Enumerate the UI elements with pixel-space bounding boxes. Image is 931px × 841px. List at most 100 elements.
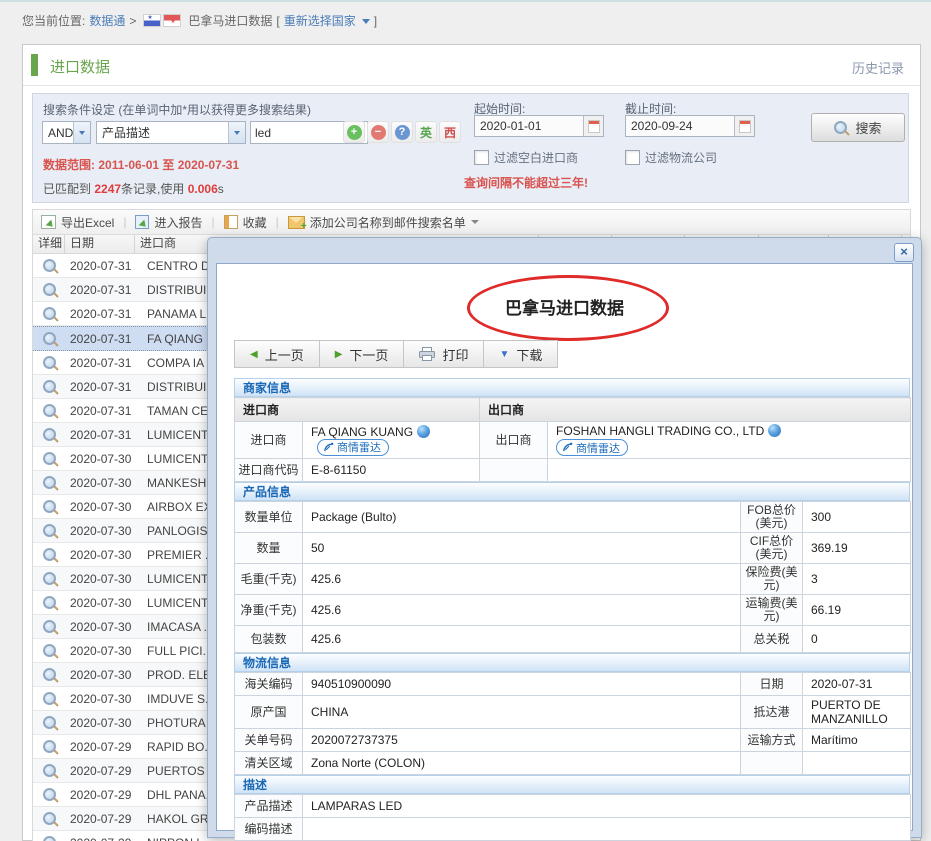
calendar-icon[interactable]	[734, 116, 754, 136]
favorite-button[interactable]: 收藏	[224, 214, 267, 231]
magnifier-icon[interactable]	[43, 668, 56, 681]
radar-icon	[562, 442, 573, 453]
arrow-right-icon: ▶	[335, 349, 343, 360]
excel-icon	[41, 215, 56, 229]
magnifier-icon[interactable]	[43, 596, 56, 609]
column-header-date[interactable]: 日期	[65, 235, 135, 253]
magnifier-icon[interactable]	[43, 524, 56, 537]
magnifier-icon[interactable]	[43, 476, 56, 489]
add-to-mail-list-button[interactable]: 添加公司名称到邮件搜索名单	[288, 214, 479, 231]
bracket-open: [	[276, 14, 279, 28]
importer-group-header: 进口商	[235, 398, 480, 422]
magnifier-icon[interactable]	[43, 644, 56, 657]
magnifier-icon[interactable]	[43, 620, 56, 633]
globe-icon[interactable]	[417, 425, 430, 438]
results-toolbar: 导出Excel | 进入报告 | 收藏 | 添加公司名称到邮件搜索名单	[33, 210, 910, 235]
page-title: 进口数据	[50, 56, 110, 77]
breadcrumb-title: 巴拿马进口数据	[188, 12, 272, 29]
business-radar-badge[interactable]: 商情雷达	[556, 439, 628, 456]
question-icon: ?	[395, 125, 410, 140]
close-icon[interactable]: ×	[894, 243, 914, 262]
importer-code-label: 进口商代码	[235, 459, 303, 482]
search-field-select[interactable]: 产品描述	[96, 121, 246, 144]
bracket-close: ]	[374, 14, 377, 28]
start-date-input[interactable]: 2020-01-01	[474, 115, 604, 137]
matched-count-text: 已匹配到 2247条记录,使用 0.006s	[43, 180, 224, 197]
range-warning-text: 查询间隔不能超过三年!	[464, 174, 588, 191]
business-radar-badge[interactable]: 商情雷达	[317, 439, 389, 456]
filter-logistics: 过滤物流公司	[625, 149, 717, 166]
modal-sections: 商家信息 进口商 出口商 进口商 FA QIANG KUANG	[234, 378, 910, 841]
magnifier-icon[interactable]	[43, 307, 56, 320]
checkbox-filter-logistics[interactable]	[625, 150, 640, 165]
logistics-table: 海关编码940510900090日期2020-07-31 原产国CHINA抵达港…	[234, 672, 911, 775]
next-page-button[interactable]: ▶ 下一页	[319, 340, 405, 368]
reselect-country-link[interactable]: 重新选择国家	[284, 12, 356, 29]
matched-time: 0.006	[188, 182, 218, 196]
plus-icon: +	[347, 125, 362, 140]
magnifier-icon[interactable]	[43, 692, 56, 705]
download-button[interactable]: ▼ 下载	[483, 340, 558, 368]
search-panel: 搜索条件设定 (在单词中加*用以获得更多搜索结果) AND 产品描述 + − ?…	[32, 93, 909, 203]
page: 您当前位置: 数据通 > ★ ★ 巴拿马进口数据 [ 重新选择国家 ] 进口数据…	[0, 0, 931, 841]
caret-down-icon[interactable]	[362, 19, 370, 28]
add-condition-button[interactable]: +	[343, 121, 365, 143]
minus-icon: −	[371, 125, 386, 140]
magnifier-icon[interactable]	[43, 716, 56, 729]
search-button[interactable]: 搜索	[811, 113, 905, 142]
section-header-merchant: 商家信息	[234, 378, 910, 397]
download-icon: ▼	[499, 349, 509, 360]
remove-condition-button[interactable]: −	[367, 121, 389, 143]
panel-header: 进口数据 历史记录	[23, 45, 920, 86]
magnifier-icon[interactable]	[43, 572, 56, 585]
chevron-down-icon	[228, 122, 245, 143]
top-accent-strip	[0, 0, 931, 2]
magnifier-icon[interactable]	[43, 404, 56, 417]
panama-flag-icon: ★ ★	[143, 14, 181, 27]
help-button[interactable]: ?	[391, 121, 413, 143]
detail-modal: × 巴拿马进口数据 ◀ 上一页 ▶ 下一页 打印 ▼ 下载	[207, 237, 922, 838]
calendar-icon[interactable]	[583, 116, 603, 136]
lang-spanish-button[interactable]: 西	[439, 121, 461, 143]
globe-icon[interactable]	[768, 424, 781, 437]
export-excel-button[interactable]: 导出Excel	[41, 214, 114, 231]
magnifier-icon[interactable]	[43, 452, 56, 465]
importer-label: 进口商	[235, 422, 303, 459]
magnifier-icon[interactable]	[43, 283, 56, 296]
breadcrumb-home-link[interactable]: 数据通	[89, 12, 125, 29]
merchant-table: 进口商 出口商 进口商 FA QIANG KUANG 商情雷达	[234, 397, 911, 482]
prev-page-button[interactable]: ◀ 上一页	[234, 340, 320, 368]
history-link[interactable]: 历史记录	[852, 58, 904, 77]
checkbox-filter-blank-importer[interactable]	[474, 150, 489, 165]
magnifier-icon[interactable]	[43, 812, 56, 825]
end-date-input[interactable]: 2020-09-24	[625, 115, 755, 137]
magnifier-icon[interactable]	[43, 764, 56, 777]
magnifier-icon[interactable]	[43, 380, 56, 393]
bool-operator-select[interactable]: AND	[42, 121, 91, 144]
column-header-detail[interactable]: 详细	[33, 235, 65, 253]
arrow-left-icon: ◀	[250, 349, 258, 360]
data-range-text: 数据范围: 2011-06-01 至 2020-07-31	[43, 156, 239, 173]
enter-report-button[interactable]: 进入报告	[135, 214, 202, 231]
search-hint: 搜索条件设定 (在单词中加*用以获得更多搜索结果)	[43, 101, 311, 118]
magnifier-icon[interactable]	[43, 332, 56, 345]
exporter-group-header: 出口商	[480, 398, 911, 422]
printer-icon	[419, 347, 435, 361]
magnifier-icon[interactable]	[43, 428, 56, 441]
favorite-icon	[224, 215, 238, 229]
importer-value: FA QIANG KUANG 商情雷达	[303, 422, 480, 459]
section-header-product: 产品信息	[234, 482, 910, 501]
magnifier-icon[interactable]	[43, 500, 56, 513]
magnifier-icon[interactable]	[43, 356, 56, 369]
magnifier-icon[interactable]	[43, 836, 56, 841]
accent-bar	[31, 54, 38, 76]
caret-down-icon	[471, 220, 479, 228]
magnifier-icon[interactable]	[43, 740, 56, 753]
breadcrumb-separator: >	[129, 14, 136, 28]
lang-english-button[interactable]: 英	[415, 121, 437, 143]
print-button[interactable]: 打印	[403, 340, 484, 368]
exporter-value: FOSHAN HANGLI TRADING CO., LTD 商情雷达	[548, 422, 911, 459]
magnifier-icon[interactable]	[43, 259, 56, 272]
magnifier-icon[interactable]	[43, 788, 56, 801]
magnifier-icon[interactable]	[43, 548, 56, 561]
